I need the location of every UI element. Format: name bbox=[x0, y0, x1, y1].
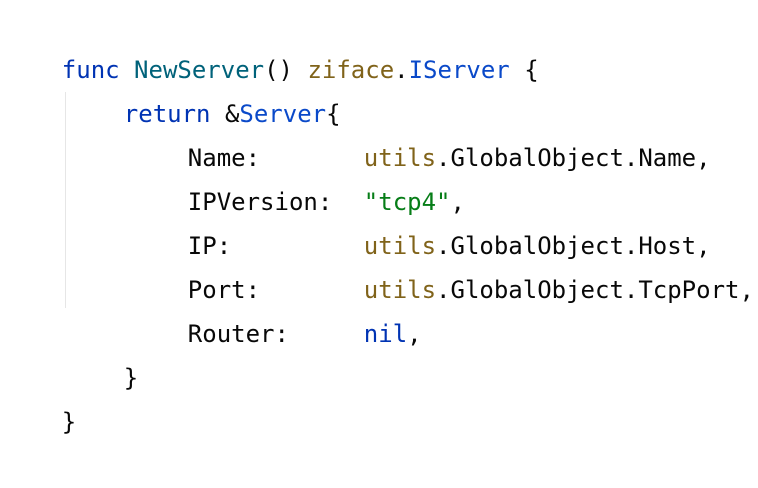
code-token-brace: } bbox=[123, 364, 139, 392]
code-line-value: utils.GlobalObject.Name, bbox=[306, 92, 711, 172]
code-line: IPVersion: bbox=[130, 136, 333, 216]
code-token: . bbox=[394, 56, 409, 84]
code-line: func NewServer() ziface.IServer { bbox=[4, 4, 539, 84]
code-line: Name: bbox=[130, 92, 260, 172]
code-token: .GlobalObject.TcpPort, bbox=[436, 276, 754, 304]
code-token-brace: } bbox=[61, 408, 77, 436]
code-token-type: IServer bbox=[408, 56, 510, 84]
code-line: Router: bbox=[130, 268, 289, 348]
code-token: { bbox=[509, 56, 539, 84]
code-line: Port: bbox=[130, 224, 260, 304]
code-token: , bbox=[407, 320, 422, 348]
code-line-value: utils.GlobalObject.Host, bbox=[306, 180, 711, 260]
code-line-value: "tcp4", bbox=[306, 136, 465, 216]
code-line: } bbox=[66, 312, 138, 392]
code-line: IP: bbox=[130, 180, 231, 260]
code-line-value: utils.GlobalObject.TcpPort, bbox=[306, 224, 754, 304]
code-token: .GlobalObject.Name, bbox=[436, 144, 711, 172]
code-line-value: nil, bbox=[306, 268, 422, 348]
code-editor[interactable]: func NewServer() ziface.IServer { return… bbox=[0, 0, 758, 436]
code-line: return &Server{ bbox=[66, 48, 341, 128]
code-token-field: Router: bbox=[187, 320, 289, 348]
code-line: } bbox=[4, 356, 76, 436]
code-token-keyword: nil bbox=[363, 320, 408, 348]
